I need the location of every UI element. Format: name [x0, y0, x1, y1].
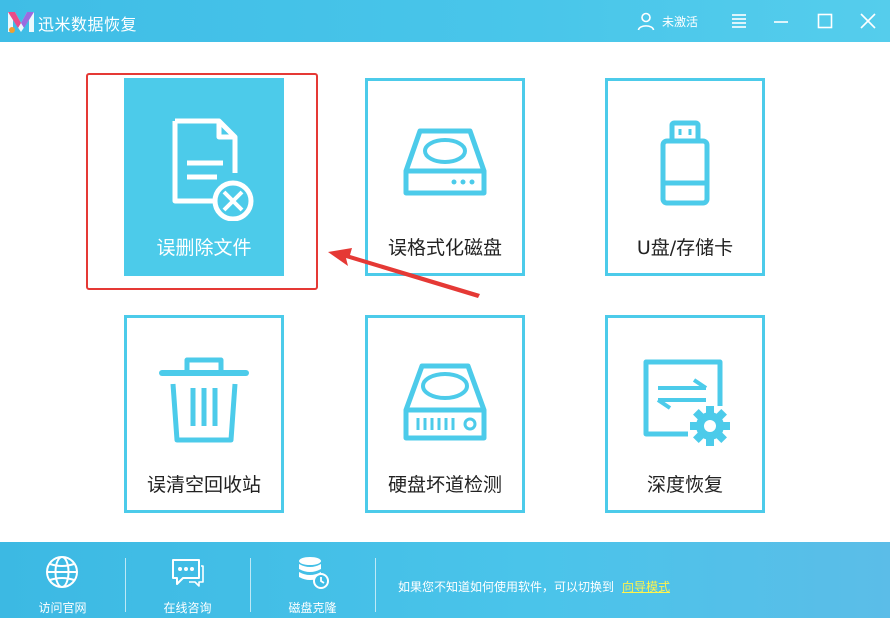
- maximize-icon: [817, 13, 833, 29]
- tile-label: 误格式化磁盘: [387, 237, 502, 259]
- tile-label: U盘/存储卡: [636, 237, 734, 259]
- chat-icon: [172, 559, 204, 587]
- app-title: 迅米数据恢复: [38, 15, 138, 34]
- tile-recycle-bin[interactable]: 误清空回收站: [124, 315, 284, 513]
- close-button[interactable]: [855, 8, 881, 34]
- tile-bad-sector-check[interactable]: 硬盘坏道检测: [365, 315, 525, 513]
- menu-button[interactable]: [726, 8, 752, 34]
- usb-drive-icon: [660, 120, 710, 206]
- minimize-icon: [774, 21, 788, 23]
- guide-tip: 如果您不知道如何使用软件，可以切换到 向导模式: [398, 578, 670, 595]
- tile-label: 误清空回收站: [146, 474, 261, 496]
- database-clone-icon: [299, 557, 329, 589]
- close-icon: [860, 13, 876, 29]
- trash-can-icon: [159, 357, 249, 443]
- user-account-button[interactable]: 未激活: [636, 10, 698, 32]
- tile-deep-recovery[interactable]: 深度恢复: [605, 315, 765, 513]
- footer-divider: [375, 558, 376, 612]
- highlight-box: [86, 73, 318, 290]
- disk-drive-icon: [403, 128, 487, 196]
- menu-icon: [732, 14, 746, 28]
- footer-item-label: 在线咨询: [163, 601, 212, 615]
- tile-label: 深度恢复: [646, 474, 723, 496]
- online-consult-button[interactable]: 在线咨询: [125, 542, 250, 618]
- user-icon: [637, 12, 655, 31]
- tile-label: 硬盘坏道检测: [387, 474, 502, 496]
- deep-recovery-icon: [643, 359, 730, 446]
- user-status-label: 未激活: [662, 14, 699, 29]
- tile-formatted-disk[interactable]: 误格式化磁盘: [365, 78, 525, 276]
- globe-icon: [46, 556, 78, 588]
- wizard-mode-link[interactable]: 向导模式: [622, 580, 670, 594]
- maximize-button[interactable]: [812, 8, 838, 34]
- disk-clone-button[interactable]: 磁盘克隆: [250, 542, 375, 618]
- footer-item-label: 访问官网: [38, 601, 87, 615]
- visit-website-button[interactable]: 访问官网: [0, 542, 125, 618]
- title-bar: 迅米数据恢复 未激活: [0, 0, 890, 42]
- footer-bar: 访问官网 在线咨询 磁盘克隆 如果您不知道如何使用软件，可以切换到 向导模式: [0, 542, 890, 618]
- tile-usb-card[interactable]: U盘/存储卡: [605, 78, 765, 276]
- guide-tip-text: 如果您不知道如何使用软件，可以切换到: [398, 580, 615, 594]
- app-logo-icon: [8, 12, 34, 33]
- hard-disk-icon: [403, 363, 487, 441]
- footer-item-label: 磁盘克隆: [288, 601, 337, 615]
- minimize-button[interactable]: [768, 8, 794, 34]
